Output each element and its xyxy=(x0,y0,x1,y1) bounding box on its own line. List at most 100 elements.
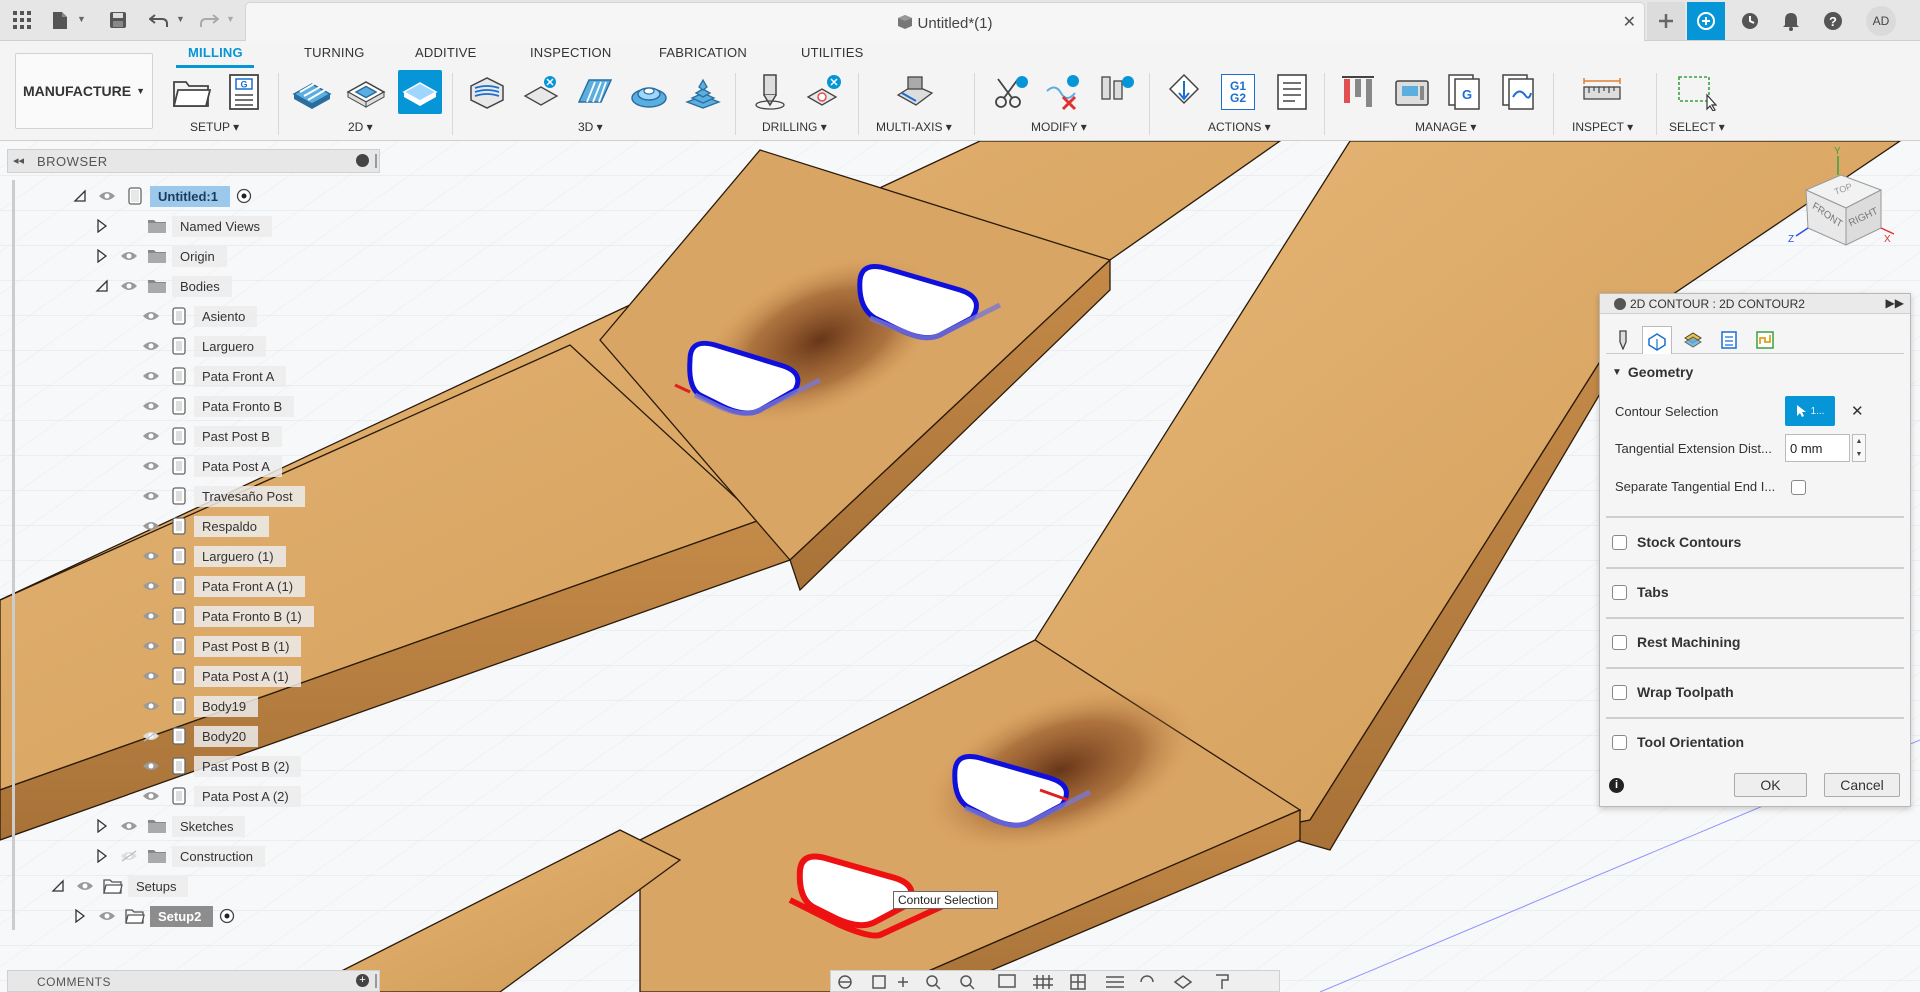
2d-adaptive-icon[interactable] xyxy=(290,70,334,114)
visibility-eye-icon[interactable] xyxy=(138,790,164,802)
expanded-arrow-icon[interactable] xyxy=(48,879,68,893)
collapse-panel-icon[interactable]: ◂◂ xyxy=(13,154,24,167)
group-select-label[interactable]: SELECT ▾ xyxy=(1669,120,1725,134)
tab-milling[interactable]: MILLING xyxy=(188,45,243,60)
group-modify-label[interactable]: MODIFY ▾ xyxy=(1031,120,1087,134)
multi-axis-icon[interactable] xyxy=(893,70,937,114)
visibility-eye-icon[interactable] xyxy=(72,880,98,892)
browser-tree-item[interactable]: Pata Post A xyxy=(114,453,282,479)
visibility-eye-icon[interactable] xyxy=(94,190,120,202)
3d-adaptive-icon[interactable] xyxy=(465,70,509,114)
document-tab[interactable]: Untitled*(1) ✕ xyxy=(245,2,1645,41)
group-2d-label[interactable]: 2D ▾ xyxy=(348,120,373,134)
visibility-eye-icon[interactable] xyxy=(138,640,164,652)
browser-tree-item[interactable]: Pata Post A (2) xyxy=(114,783,301,809)
cancel-button[interactable]: Cancel xyxy=(1824,773,1900,797)
panel-grip[interactable] xyxy=(375,974,377,988)
rest-machining-checkbox[interactable] xyxy=(1612,634,1627,650)
minimize-dialog-icon[interactable] xyxy=(1614,298,1626,310)
visibility-eye-icon[interactable] xyxy=(116,280,142,292)
visibility-eye-icon[interactable] xyxy=(94,910,120,922)
group-3d-label[interactable]: 3D ▾ xyxy=(578,120,603,134)
redo-icon[interactable] xyxy=(197,8,221,32)
collapsed-arrow-icon[interactable] xyxy=(92,849,112,863)
browser-tree-item[interactable]: Past Post B (1) xyxy=(114,633,302,659)
browser-tree-item[interactable]: Named Views xyxy=(92,213,272,239)
visibility-eye-icon[interactable] xyxy=(116,250,142,262)
visibility-eye-icon[interactable] xyxy=(138,340,164,352)
group-setup-label[interactable]: SETUP ▾ xyxy=(190,120,239,134)
visibility-eye-icon[interactable] xyxy=(138,670,164,682)
window-select-icon[interactable] xyxy=(1674,70,1718,114)
expanded-arrow-icon[interactable] xyxy=(70,189,90,203)
tab-geometry[interactable] xyxy=(1642,326,1672,354)
browser-tree-item[interactable]: Construction xyxy=(92,843,265,869)
3d-parallel-icon[interactable] xyxy=(573,70,617,114)
3d-pocket-icon[interactable] xyxy=(519,70,563,114)
contour-selection-button[interactable]: 1... xyxy=(1785,396,1835,426)
extension-icon[interactable] xyxy=(1687,2,1725,40)
visibility-eye-icon[interactable] xyxy=(116,820,142,832)
visibility-eye-icon[interactable] xyxy=(138,460,164,472)
group-manage-label[interactable]: MANAGE ▾ xyxy=(1415,120,1476,134)
browser-tree-item[interactable]: Pata Post A (1) xyxy=(114,663,301,689)
browser-tree-item[interactable]: Respaldo xyxy=(114,513,269,539)
tabs-section[interactable]: Tabs xyxy=(1612,584,1669,600)
browser-tree-item[interactable]: Pata Fronto B (1) xyxy=(114,603,314,629)
template-library-icon[interactable]: G xyxy=(1444,70,1488,114)
group-multi-axis-label[interactable]: MULTI-AXIS ▾ xyxy=(876,120,952,134)
collapsed-arrow-icon[interactable] xyxy=(92,249,112,263)
browser-tree-item[interactable]: Sketches xyxy=(92,813,246,839)
collapsed-arrow-icon[interactable] xyxy=(70,909,90,923)
wrap-toolpath-checkbox[interactable] xyxy=(1612,684,1627,700)
tangential-extension-input[interactable]: 0 mm xyxy=(1785,434,1850,462)
viewcube[interactable]: TOP FRONT RIGHT Y X Z xyxy=(1786,146,1896,260)
setup-sheet-icon[interactable] xyxy=(1270,70,1314,114)
tool-orientation-checkbox[interactable] xyxy=(1612,734,1627,750)
browser-scrollbar[interactable] xyxy=(12,180,15,930)
tabs-checkbox[interactable] xyxy=(1612,584,1627,600)
visibility-eye-icon[interactable] xyxy=(138,700,164,712)
browser-tree-item[interactable]: Pata Fronto B xyxy=(114,393,295,419)
expand-dialog-icon[interactable]: ▶▶ xyxy=(1886,296,1904,310)
tab-linking[interactable] xyxy=(1750,326,1780,354)
tab-additive[interactable]: ADDITIVE xyxy=(415,45,477,60)
app-grid-icon[interactable] xyxy=(10,8,34,32)
chevron-down-icon[interactable]: ▼ xyxy=(176,14,185,24)
activate-radio-icon[interactable] xyxy=(236,188,252,204)
expanded-arrow-icon[interactable] xyxy=(92,279,112,293)
visibility-eye-icon[interactable] xyxy=(138,430,164,442)
wrap-toolpath-section[interactable]: Wrap Toolpath xyxy=(1612,684,1734,700)
2d-face-icon[interactable] xyxy=(398,70,442,114)
undo-icon[interactable] xyxy=(147,8,171,32)
tab-heights[interactable] xyxy=(1678,326,1708,354)
setup-folder-icon[interactable] xyxy=(170,70,214,114)
browser-tree-item[interactable]: Untitled:1 xyxy=(70,183,252,209)
chevron-down-icon[interactable]: ▼ xyxy=(226,14,235,24)
browser-tree-item[interactable]: Larguero (1) xyxy=(114,543,286,569)
clear-selection-icon[interactable]: ✕ xyxy=(1851,402,1864,420)
stock-contours-section[interactable]: Stock Contours xyxy=(1612,534,1741,550)
close-tab-icon[interactable]: ✕ xyxy=(1623,12,1636,32)
rest-machining-section[interactable]: Rest Machining xyxy=(1612,634,1740,650)
visibility-eye-icon[interactable] xyxy=(138,400,164,412)
machine-library-icon[interactable] xyxy=(1390,70,1434,114)
save-icon[interactable] xyxy=(106,8,130,32)
tab-passes[interactable] xyxy=(1714,326,1744,354)
visibility-eye-icon[interactable] xyxy=(138,610,164,622)
browser-tree-item[interactable]: Setups xyxy=(48,873,189,899)
2d-pocket-icon[interactable] xyxy=(344,70,388,114)
tab-inspection[interactable]: INSPECTION xyxy=(530,45,611,60)
scissors-icon[interactable] xyxy=(988,70,1032,114)
simulate-icon[interactable] xyxy=(1162,70,1206,114)
info-icon[interactable]: i xyxy=(1609,778,1624,793)
browser-tree-item[interactable]: Setup2 xyxy=(70,903,235,929)
tool-library-icon[interactable] xyxy=(1094,70,1138,114)
browser-tree-item[interactable]: Past Post B (2) xyxy=(114,753,302,779)
tab-utilities[interactable]: UTILITIES xyxy=(801,45,863,60)
tab-tool[interactable] xyxy=(1608,326,1638,354)
help-icon[interactable]: ? xyxy=(1814,2,1852,40)
visibility-eye-icon[interactable] xyxy=(138,490,164,502)
group-actions-label[interactable]: ACTIONS ▾ xyxy=(1208,120,1271,134)
tool-library-manage-icon[interactable] xyxy=(1336,70,1380,114)
